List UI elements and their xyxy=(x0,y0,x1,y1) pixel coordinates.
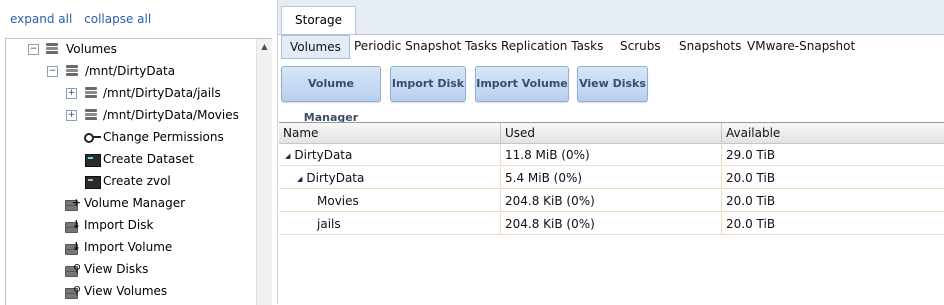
tree-node-label: Import Disk xyxy=(84,218,154,232)
subtab-bar: Volumes Periodic Snapshot Tasks Replicat… xyxy=(278,35,944,59)
tree-node-label: Volumes xyxy=(66,42,117,56)
volumes-grid: Name Used Available ◢ DirtyData 11.8 MiB … xyxy=(279,122,944,305)
tree-node-volumes[interactable]: − Volumes xyxy=(6,39,256,59)
storage-tree: − Volumes − /mnt/DirtyData + /mnt/DirtyD… xyxy=(5,38,272,305)
tree-node-label: /mnt/DirtyData xyxy=(85,64,176,78)
volume-manager-icon: + xyxy=(65,196,81,212)
column-header-used[interactable]: Used xyxy=(501,123,722,143)
subtab-scrubs[interactable]: Scrubs xyxy=(620,35,661,57)
drive-icon xyxy=(46,43,58,56)
drive-icon xyxy=(66,65,78,78)
available-cell: 29.0 TiB xyxy=(722,144,944,166)
right-pane: Storage Volumes Periodic Snapshot Tasks … xyxy=(277,0,944,304)
used-cell: 11.8 MiB (0%) xyxy=(501,144,722,166)
tree-node-jails[interactable]: + /mnt/DirtyData/jails xyxy=(6,83,256,103)
tree-node-movies[interactable]: + /mnt/DirtyData/Movies xyxy=(6,105,256,125)
tree-node-label: Import Volume xyxy=(84,240,173,254)
available-cell: 20.0 TiB xyxy=(722,213,944,235)
table-row[interactable]: Movies 204.8 KiB (0%) 20.0 TiB xyxy=(279,190,944,212)
subtab-volumes[interactable]: Volumes xyxy=(281,35,350,59)
name-cell: ◢ DirtyData xyxy=(279,167,501,189)
available-cell: 20.0 TiB xyxy=(722,190,944,212)
tree-node-dirtydata[interactable]: − /mnt/DirtyData xyxy=(6,61,256,81)
top-tab-bar: Storage xyxy=(278,0,944,35)
terminal-icon xyxy=(85,176,101,189)
collapse-toggle-icon[interactable]: − xyxy=(47,66,58,77)
expand-all-link[interactable]: expand all xyxy=(10,12,72,26)
tree-node-label: Create zvol xyxy=(103,174,171,188)
name-cell: ◢ DirtyData xyxy=(279,144,501,166)
tree-node-view-volumes[interactable]: ⚲ View Volumes xyxy=(6,281,256,301)
subtab-replication-tasks[interactable]: Replication Tasks xyxy=(501,35,603,57)
tree-node-import-volume[interactable]: ↓ Import Volume xyxy=(6,237,256,257)
column-header-available[interactable]: Available xyxy=(722,123,944,143)
tree-node-view-disks[interactable]: ⚲ View Disks xyxy=(6,259,256,279)
used-cell: 204.8 KiB (0%) xyxy=(501,213,722,235)
expand-toggle-icon[interactable]: + xyxy=(66,88,77,99)
tree-node-change-permissions[interactable]: Change Permissions xyxy=(6,127,256,147)
name-cell: Movies xyxy=(279,190,501,212)
column-header-name[interactable]: Name xyxy=(279,123,501,143)
scroll-up-arrow-icon[interactable]: ▲ xyxy=(257,39,272,55)
tree-node-volume-manager[interactable]: + Volume Manager xyxy=(6,193,256,213)
grid-header: Name Used Available xyxy=(279,123,944,144)
left-pane: expand all collapse all − Volumes − /mnt… xyxy=(0,0,274,305)
table-row[interactable]: ◢ DirtyData 11.8 MiB (0%) 29.0 TiB xyxy=(279,144,944,166)
tree-node-label: Change Permissions xyxy=(103,130,224,144)
tree-node-label: Create Dataset xyxy=(103,152,194,166)
tree-scrollbar[interactable]: ▲ xyxy=(256,39,272,305)
collapse-all-link[interactable]: collapse all xyxy=(84,12,151,26)
tree-node-label: View Disks xyxy=(84,262,149,276)
tree-node-create-dataset[interactable]: Create Dataset xyxy=(6,149,256,169)
used-cell: 204.8 KiB (0%) xyxy=(501,190,722,212)
expanded-triangle-icon[interactable]: ◢ xyxy=(285,145,290,167)
table-row[interactable]: jails 204.8 KiB (0%) 20.0 TiB xyxy=(279,213,944,235)
terminal-icon xyxy=(85,154,101,167)
drive-icon xyxy=(85,109,97,122)
expand-toggle-icon[interactable]: + xyxy=(66,110,77,121)
volume-manager-button[interactable]: Volume Manager xyxy=(281,66,381,124)
table-row[interactable]: ◢ DirtyData 5.4 MiB (0%) 20.0 TiB xyxy=(279,167,944,189)
import-volume-button[interactable]: Import Volume xyxy=(475,66,569,102)
view-disks-button[interactable]: View Disks xyxy=(577,66,648,102)
expanded-triangle-icon[interactable]: ◢ xyxy=(297,168,302,190)
tree-node-label: /mnt/DirtyData/jails xyxy=(103,86,221,100)
name-cell: jails xyxy=(279,213,501,235)
tree-node-label: Volume Manager xyxy=(84,196,186,210)
import-disk-icon: ↓ xyxy=(65,218,81,234)
tab-storage[interactable]: Storage xyxy=(281,6,356,34)
view-volumes-icon: ⚲ xyxy=(65,284,81,300)
import-volume-icon: ↓ xyxy=(65,240,81,256)
tree-node-create-zvol[interactable]: Create zvol xyxy=(6,171,256,191)
available-cell: 20.0 TiB xyxy=(722,167,944,189)
key-icon xyxy=(84,133,101,143)
drive-icon xyxy=(85,87,97,100)
tree-node-label: /mnt/DirtyData/Movies xyxy=(103,108,239,122)
subtab-periodic-snapshot-tasks[interactable]: Periodic Snapshot Tasks xyxy=(354,35,497,57)
subtab-vmware-snapshot[interactable]: VMware-Snapshot xyxy=(747,35,855,57)
action-button-row: Volume Manager Import Disk Import Volume… xyxy=(278,62,944,124)
tree-node-import-disk[interactable]: ↓ Import Disk xyxy=(6,215,256,235)
collapse-toggle-icon[interactable]: − xyxy=(28,44,39,55)
tree-node-label: View Volumes xyxy=(84,284,168,298)
subtab-snapshots[interactable]: Snapshots xyxy=(679,35,741,57)
import-disk-button[interactable]: Import Disk xyxy=(390,66,466,102)
used-cell: 5.4 MiB (0%) xyxy=(501,167,722,189)
tree-links: expand all collapse all xyxy=(10,12,159,26)
view-disks-icon: ⚲ xyxy=(65,262,81,278)
